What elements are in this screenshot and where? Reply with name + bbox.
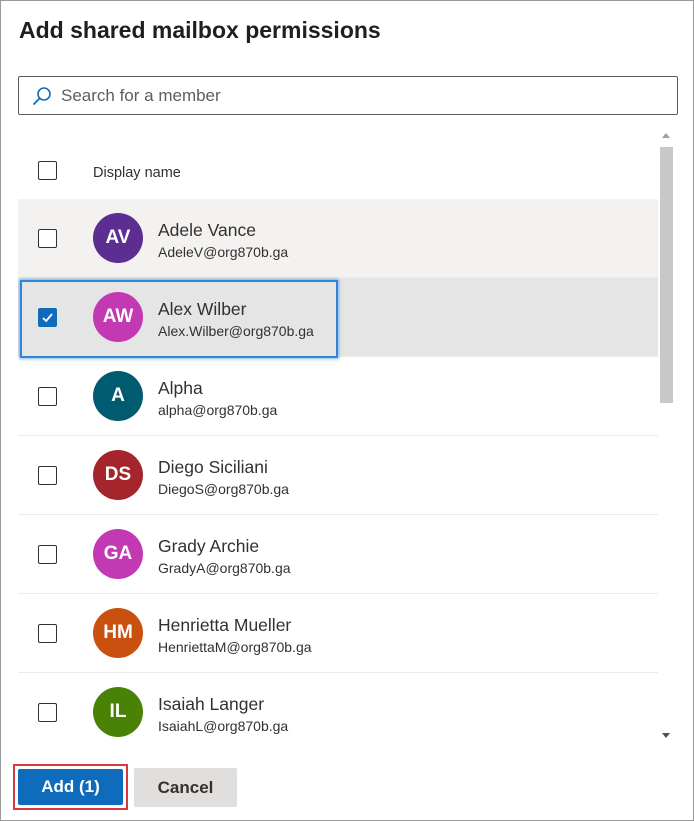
select-all-checkbox[interactable] <box>38 161 57 180</box>
member-checkbox[interactable] <box>38 545 57 564</box>
search-input[interactable] <box>57 78 677 113</box>
scroll-down-arrow-icon[interactable] <box>658 727 674 743</box>
member-checkbox[interactable] <box>38 308 57 327</box>
column-header-display-name[interactable]: Display name <box>93 165 181 181</box>
search-icon <box>19 77 57 114</box>
member-email: Alex.Wilber@org870b.ga <box>158 323 314 339</box>
add-button-outline: Add (1) <box>13 764 128 810</box>
avatar: HM <box>93 608 143 658</box>
member-name: Alex Wilber <box>158 299 247 319</box>
scrollbar-thumb[interactable] <box>660 147 673 403</box>
list-header: Display name <box>18 127 658 199</box>
list-item[interactable]: DS Diego Siciliani DiegoS@org870b.ga <box>18 436 658 515</box>
member-checkbox[interactable] <box>38 466 57 485</box>
member-email: IsaiahL@org870b.ga <box>158 718 289 734</box>
cancel-button[interactable]: Cancel <box>134 768 237 807</box>
member-name: Henrietta Mueller <box>158 615 292 635</box>
member-name: Grady Archie <box>158 536 260 556</box>
list-item[interactable]: IL Isaiah Langer IsaiahL@org870b.ga <box>18 673 658 745</box>
member-checkbox[interactable] <box>38 624 57 643</box>
list-scrollbar[interactable] <box>658 127 674 745</box>
member-name: Diego Siciliani <box>158 457 268 477</box>
member-checkbox[interactable] <box>38 229 57 248</box>
avatar: AV <box>93 213 143 263</box>
member-name: Isaiah Langer <box>158 694 265 714</box>
member-email: HenriettaM@org870b.ga <box>158 639 312 655</box>
avatar: DS <box>93 450 143 500</box>
member-checkbox[interactable] <box>38 703 57 722</box>
member-email: DiegoS@org870b.ga <box>158 481 289 497</box>
list-item[interactable]: GA Grady Archie GradyA@org870b.ga <box>18 515 658 594</box>
dialog: Add shared mailbox permissions Display n… <box>0 0 694 821</box>
member-name: Alpha <box>158 378 203 398</box>
list-item[interactable]: AV Adele Vance AdeleV@org870b.ga <box>18 199 658 278</box>
list-item[interactable]: HM Henrietta Mueller HenriettaM@org870b.… <box>18 594 658 673</box>
search-box[interactable] <box>18 76 678 115</box>
avatar: A <box>93 371 143 421</box>
scroll-up-arrow-icon[interactable] <box>658 127 674 143</box>
add-button[interactable]: Add (1) <box>18 769 123 805</box>
dialog-title: Add shared mailbox permissions <box>19 17 381 43</box>
member-name: Adele Vance <box>158 220 256 240</box>
list-item[interactable]: A Alpha alpha@org870b.ga <box>18 357 658 436</box>
member-list[interactable]: Display name AV Adele Vance AdeleV@org87… <box>18 127 674 745</box>
list-item[interactable]: AW Alex Wilber Alex.Wilber@org870b.ga <box>18 278 658 357</box>
member-email: GradyA@org870b.ga <box>158 560 291 576</box>
avatar: GA <box>93 529 143 579</box>
member-checkbox[interactable] <box>38 387 57 406</box>
member-email: AdeleV@org870b.ga <box>158 244 289 260</box>
avatar: AW <box>93 292 143 342</box>
checkmark-icon <box>42 313 53 323</box>
avatar: IL <box>93 687 143 737</box>
member-email: alpha@org870b.ga <box>158 402 278 418</box>
